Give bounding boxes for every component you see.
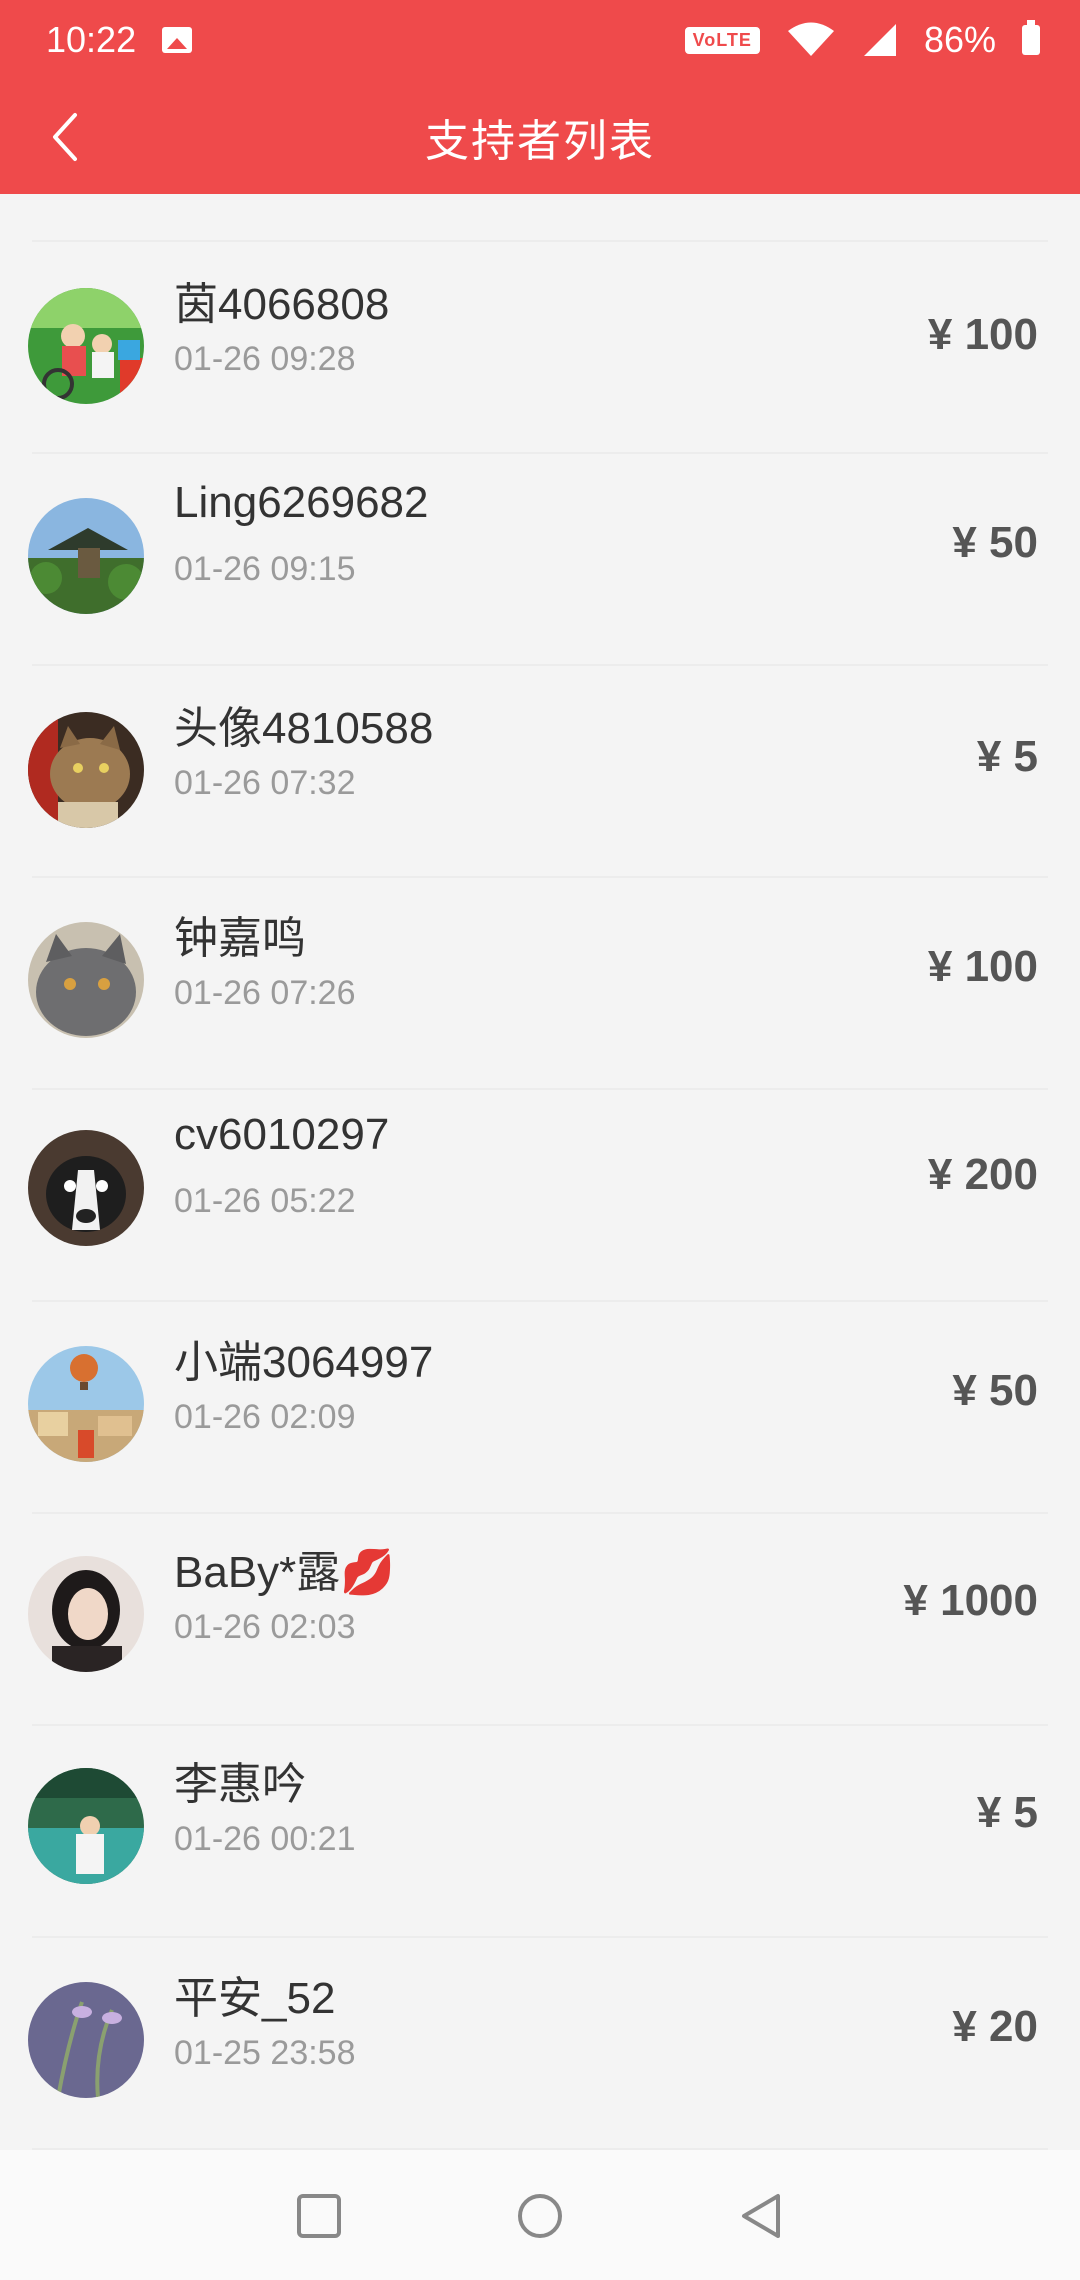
support-time: 01-26 07:32 <box>174 764 356 802</box>
square-icon <box>297 2194 341 2238</box>
support-time: 01-26 09:15 <box>174 550 356 588</box>
avatar <box>28 1556 144 1672</box>
support-time: 01-26 05:22 <box>174 1182 356 1220</box>
list-item[interactable]: 钟嘉鸣 01-26 07:26 ¥ 100 <box>0 878 1080 1090</box>
support-time: 01-26 02:09 <box>174 1398 356 1436</box>
supporter-name: BaBy*露💋 <box>174 1548 396 1597</box>
supporter-name: 头像4810588 <box>174 704 434 753</box>
support-amount: ¥ 1000 <box>903 1576 1038 1625</box>
battery-icon <box>1022 20 1040 55</box>
list-item[interactable]: 平安_52 01-25 23:58 ¥ 20 <box>0 1938 1080 2150</box>
list-item[interactable]: cv6010297 01-26 05:22 ¥ 200 <box>0 1090 1080 1302</box>
supporter-name: 钟嘉鸣 <box>174 914 306 963</box>
system-navigation-bar <box>0 2150 1080 2280</box>
avatar <box>28 1346 144 1462</box>
support-amount: ¥ 50 <box>952 1366 1038 1415</box>
support-time: 01-26 09:28 <box>174 340 356 378</box>
list-item[interactable]: 小端3064997 01-26 02:09 ¥ 50 <box>0 1302 1080 1514</box>
support-time: 01-25 23:58 <box>174 2034 356 2072</box>
avatar <box>28 498 144 614</box>
supporter-name: 李惠吟 <box>174 1760 306 1809</box>
volte-badge: VoLTE <box>684 26 760 54</box>
support-amount: ¥ 5 <box>976 732 1038 781</box>
support-time: 01-26 07:26 <box>174 974 356 1012</box>
triangle-back-icon <box>742 2194 780 2238</box>
list-item[interactable]: 李惠吟 01-26 00:21 ¥ 5 <box>0 1726 1080 1938</box>
supporter-list[interactable]: 茵4066808 01-26 09:28 ¥ 100 Ling6269682 0… <box>0 194 1080 2150</box>
list-item[interactable]: 头像4810588 01-26 07:32 ¥ 5 <box>0 666 1080 878</box>
support-amount: ¥ 200 <box>927 1150 1038 1199</box>
support-time: 01-26 00:21 <box>174 1820 356 1858</box>
app-header: 支持者列表 <box>0 80 1080 194</box>
list-item[interactable]: Ling6269682 01-26 09:15 ¥ 50 <box>0 454 1080 666</box>
supporter-name: 茵4066808 <box>174 280 390 329</box>
battery-percentage: 86% <box>923 19 996 60</box>
supporter-name: 小端3064997 <box>174 1338 434 1387</box>
recents-button[interactable] <box>283 2180 355 2252</box>
system-back-button[interactable] <box>726 2180 798 2252</box>
status-bar: 10:22 VoLTE 86% <box>0 0 1080 80</box>
list-item[interactable]: 茵4066808 01-26 09:28 ¥ 100 <box>0 242 1080 454</box>
avatar <box>28 922 144 1038</box>
circle-icon <box>518 2194 562 2238</box>
support-time: 01-26 02:03 <box>174 1608 356 1646</box>
avatar <box>28 1130 144 1246</box>
supporter-name: Ling6269682 <box>174 478 429 527</box>
home-button[interactable] <box>504 2180 576 2252</box>
status-time: 10:22 <box>46 19 137 60</box>
signal-icon <box>863 24 896 56</box>
support-amount: ¥ 100 <box>927 310 1038 359</box>
avatar <box>28 712 144 828</box>
chevron-left-icon <box>53 113 77 161</box>
avatar <box>28 288 144 404</box>
list-item[interactable]: BaBy*露💋 01-26 02:03 ¥ 1000 <box>0 1514 1080 1726</box>
page-title: 支持者列表 <box>425 117 655 166</box>
support-amount: ¥ 5 <box>976 1788 1038 1837</box>
back-button[interactable] <box>30 102 100 172</box>
wifi-icon <box>787 22 834 56</box>
avatar <box>28 1982 144 2098</box>
avatar <box>28 1768 144 1884</box>
support-amount: ¥ 50 <box>952 518 1038 567</box>
support-amount: ¥ 100 <box>927 942 1038 991</box>
supporter-name: 平安_52 <box>174 1974 336 2023</box>
supporter-name: cv6010297 <box>174 1110 390 1159</box>
gallery-notification-icon <box>162 27 193 53</box>
support-amount: ¥ 20 <box>952 2002 1038 2051</box>
